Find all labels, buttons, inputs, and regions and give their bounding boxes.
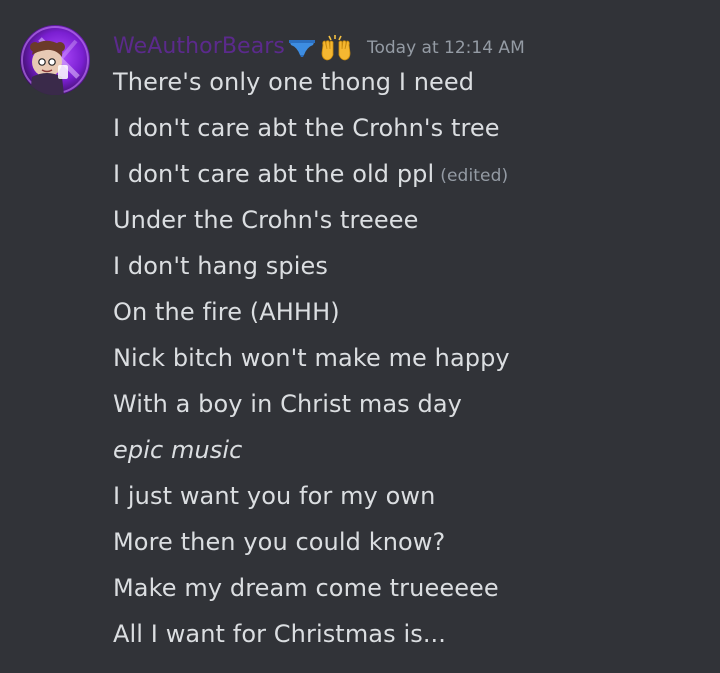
message-line: Make my dream come trueeeee xyxy=(113,574,499,602)
message-content: There's only one thong I need I don't ca… xyxy=(113,63,703,661)
timestamp[interactable]: Today at 12:14 AM xyxy=(367,38,525,58)
edited-label: (edited) xyxy=(440,166,509,186)
message-line: There's only one thong I need xyxy=(113,68,475,96)
message-line: On the fire (AHHH) xyxy=(113,298,340,326)
message-line: Nick bitch won't make me happy xyxy=(113,344,510,372)
message-line: With a boy in Christ mas day xyxy=(113,390,462,418)
message-line: Under the Crohn's treeee xyxy=(113,206,419,234)
message-line: All I want for Christmas is... xyxy=(113,620,446,648)
message-line-edited: I don't care abt the old ppl (edited) xyxy=(113,155,703,201)
message-line: I don't care abt the Crohn's tree xyxy=(113,114,500,142)
message-line: I just want you for my own xyxy=(113,482,436,510)
chat-message: WeAuthorBears Today at 12:14 AM There's … xyxy=(0,0,720,673)
message-line-italic: epic music xyxy=(113,436,243,464)
message-line-text: I don't care abt the old ppl xyxy=(113,160,435,188)
message-line: I don't hang spies xyxy=(113,252,328,280)
avatar-image xyxy=(21,26,89,95)
briefs-emoji xyxy=(287,33,317,61)
username[interactable]: WeAuthorBears xyxy=(113,34,285,59)
message-header: WeAuthorBears Today at 12:14 AM xyxy=(113,29,525,63)
raising-hands-emoji xyxy=(319,33,353,61)
avatar[interactable] xyxy=(20,25,90,95)
message-line: More then you could know? xyxy=(113,528,446,556)
